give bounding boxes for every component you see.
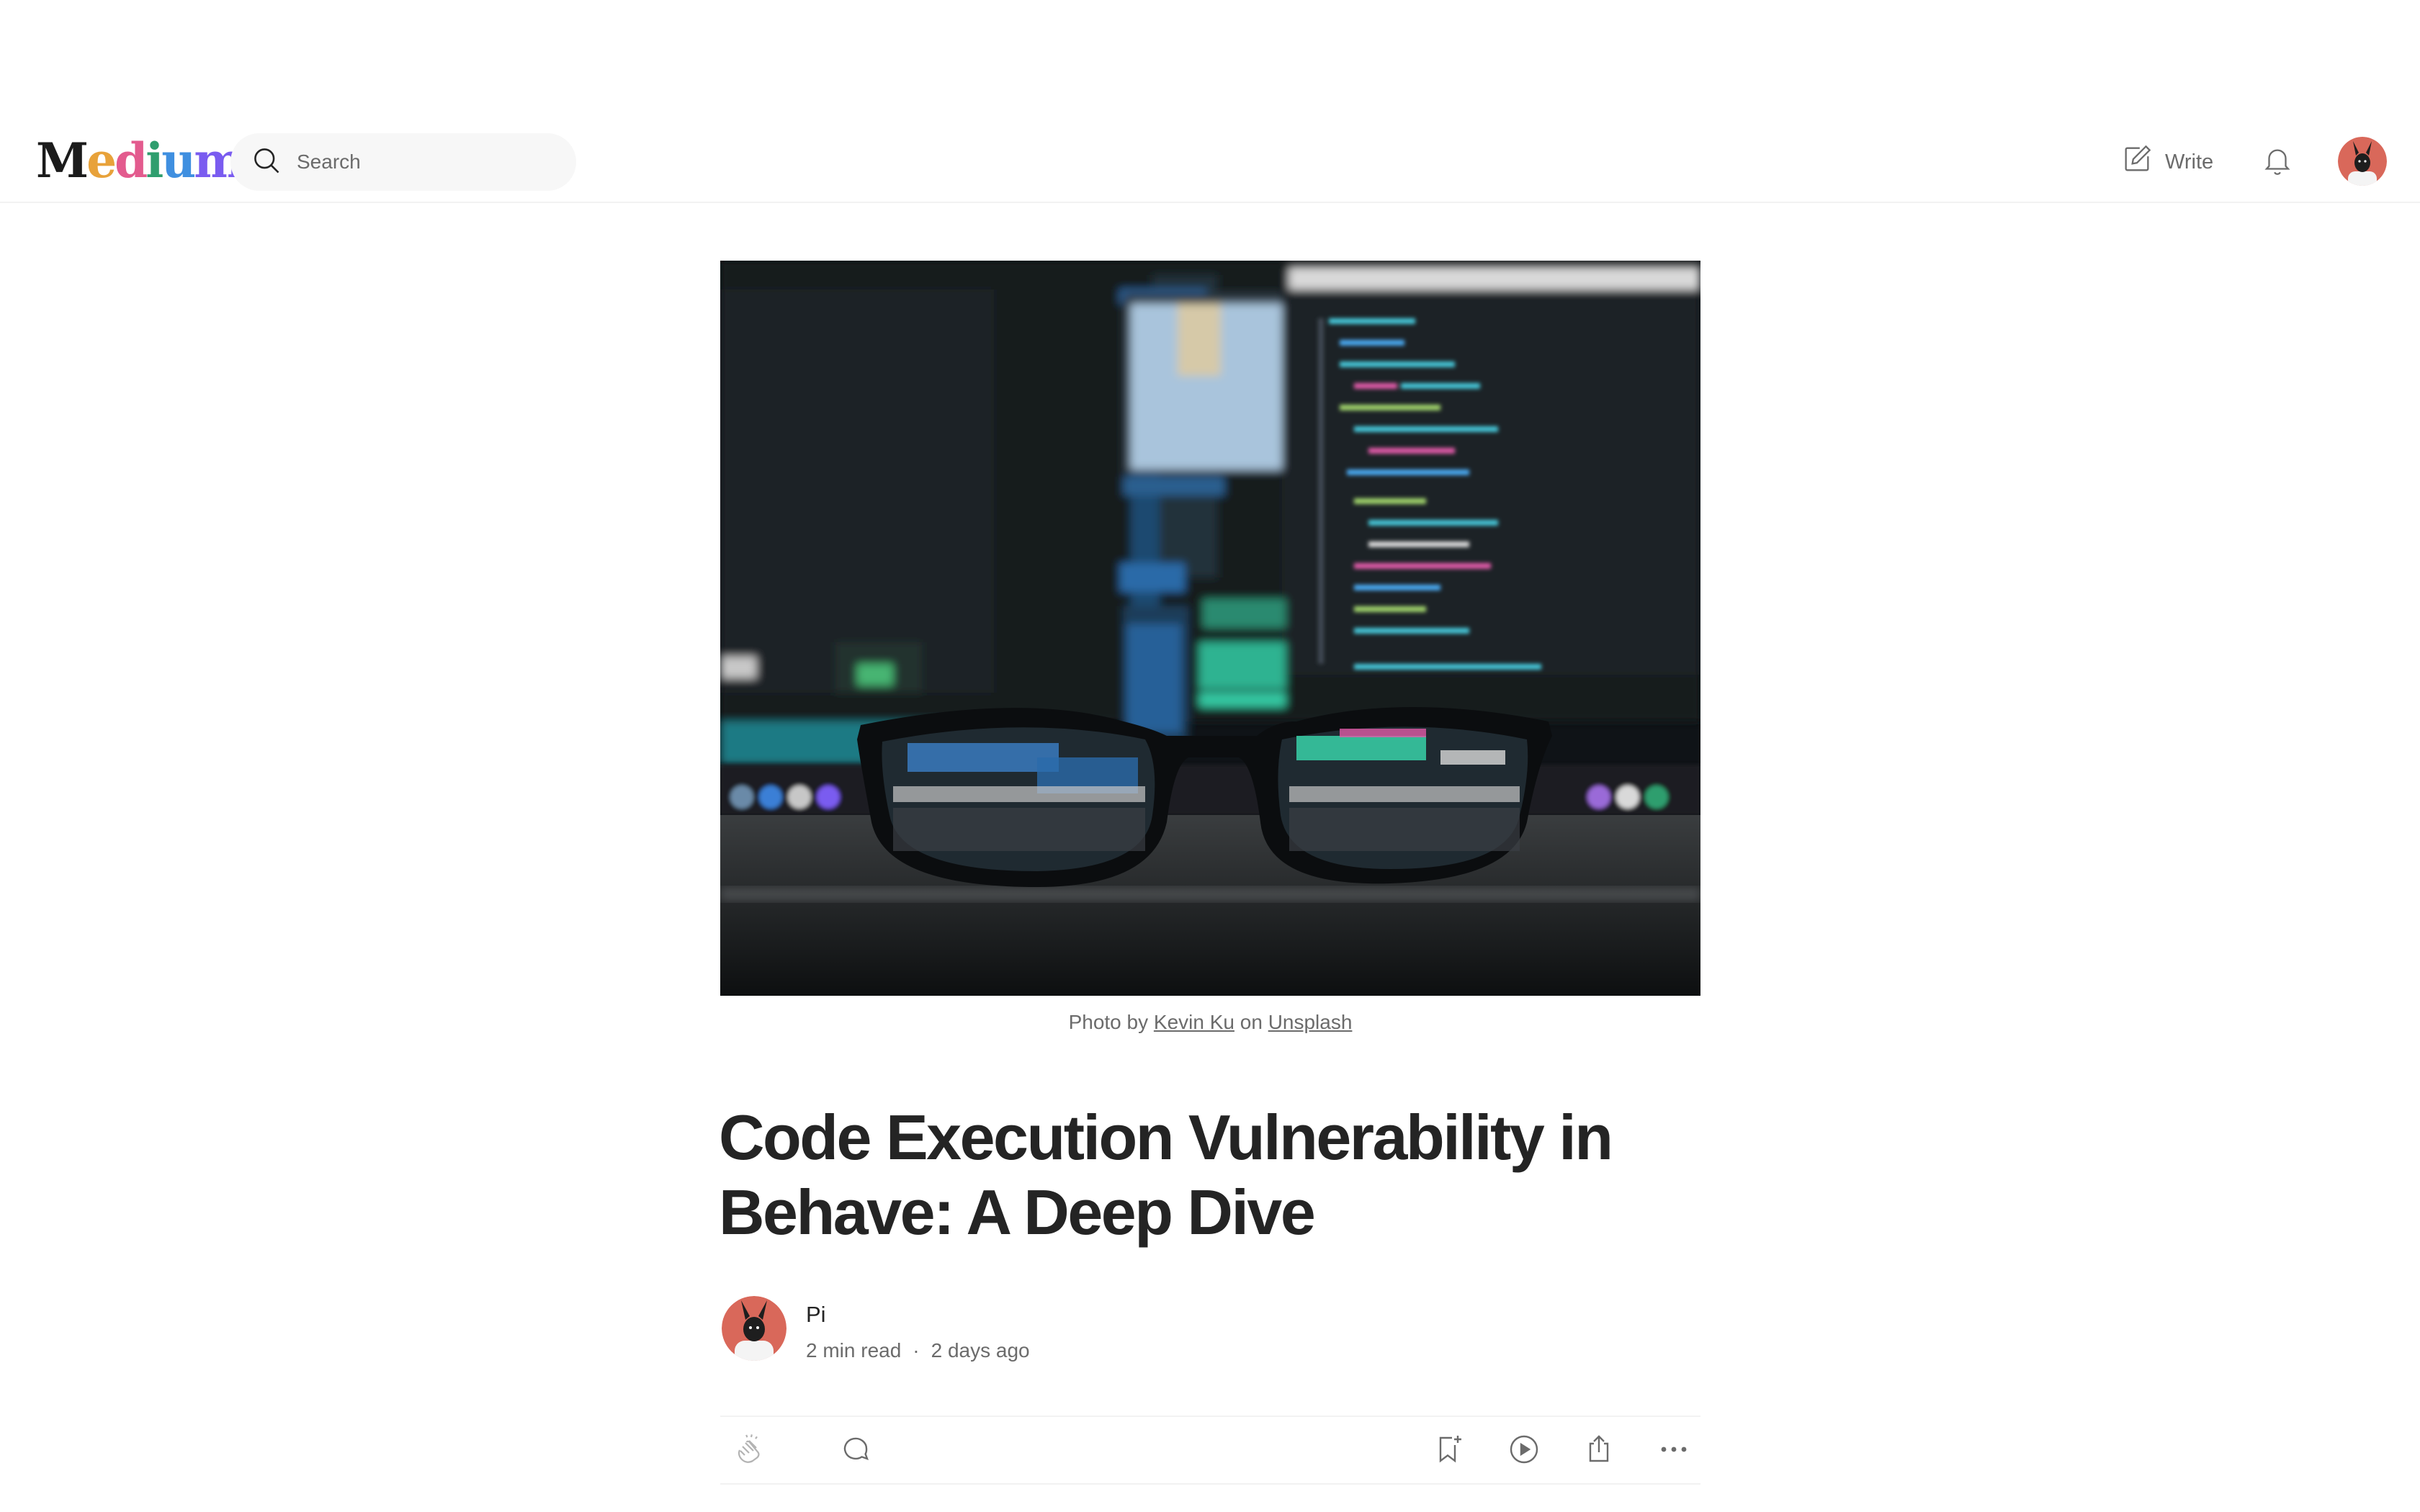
article-meta: 2 min read · 2 days ago (806, 1339, 1030, 1362)
clap-button[interactable] (730, 1431, 769, 1470)
more-icon (1657, 1432, 1691, 1470)
bookmark-button[interactable] (1430, 1431, 1469, 1470)
author-name[interactable]: Pi (806, 1302, 826, 1328)
meta-separator: · (913, 1339, 920, 1362)
search-input[interactable] (297, 150, 556, 174)
comment-button[interactable] (836, 1431, 875, 1470)
bell-icon (2261, 144, 2294, 181)
more-options-button[interactable] (1654, 1431, 1693, 1470)
play-icon (1507, 1432, 1541, 1470)
listen-button[interactable] (1505, 1431, 1543, 1470)
article-action-bar (720, 1416, 1700, 1485)
search-bar[interactable] (230, 133, 576, 191)
share-button[interactable] (1579, 1431, 1618, 1470)
clap-icon (732, 1432, 767, 1470)
comment-icon (838, 1432, 873, 1470)
photographer-link[interactable]: Kevin Ku (1154, 1011, 1234, 1033)
share-icon (1582, 1432, 1616, 1470)
hero-image (720, 261, 1700, 996)
write-icon (2120, 143, 2154, 181)
user-avatar[interactable] (2338, 137, 2387, 186)
write-button[interactable]: Write (2120, 143, 2213, 181)
image-caption: Photo by Kevin Ku on Unsplash (720, 1011, 1700, 1034)
article-title: Code Execution Vulnerability in Behave: … (719, 1102, 1613, 1248)
author-avatar[interactable] (722, 1296, 786, 1361)
medium-logo[interactable]: Medium (36, 137, 244, 184)
caption-prefix: Photo by (1068, 1011, 1149, 1033)
top-nav: Medium Write (0, 121, 2420, 203)
read-time: 2 min read (806, 1339, 902, 1362)
search-icon (251, 145, 282, 180)
bookmark-add-icon (1432, 1432, 1466, 1470)
caption-middle: on (1240, 1011, 1263, 1033)
notifications-button[interactable] (2259, 143, 2296, 181)
publish-date: 2 days ago (931, 1339, 1030, 1362)
unsplash-link[interactable]: Unsplash (1268, 1011, 1353, 1033)
write-label: Write (2165, 150, 2214, 174)
